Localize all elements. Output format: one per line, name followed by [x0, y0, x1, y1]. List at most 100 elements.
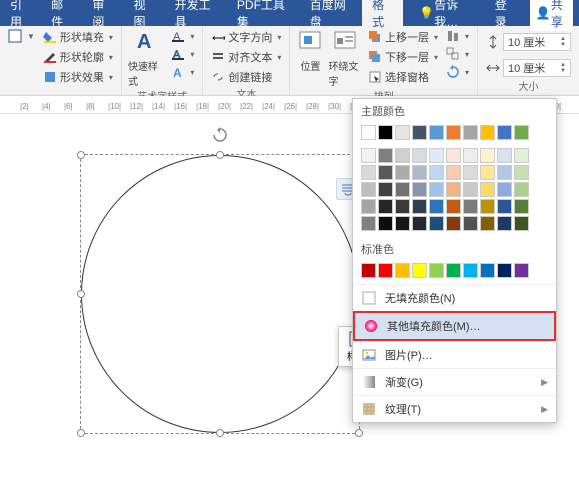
color-swatch[interactable] — [395, 182, 410, 197]
color-swatch[interactable] — [514, 182, 529, 197]
align-button[interactable]: ▾ — [444, 28, 471, 44]
shape-selection-box[interactable] — [80, 154, 360, 434]
color-swatch[interactable] — [395, 148, 410, 163]
color-swatch[interactable] — [463, 216, 478, 231]
bring-forward-button[interactable]: 上移一层▾ — [366, 28, 440, 46]
color-swatch[interactable] — [480, 148, 495, 163]
color-swatch[interactable] — [497, 216, 512, 231]
color-swatch[interactable] — [361, 165, 376, 180]
tab-references[interactable]: 引用 — [0, 0, 41, 26]
color-swatch[interactable] — [480, 199, 495, 214]
resize-handle-lc[interactable] — [77, 290, 85, 298]
color-swatch[interactable] — [378, 148, 393, 163]
circle-shape[interactable] — [81, 155, 359, 433]
more-fill-colors-item[interactable]: 其他填充颜色(M)… — [353, 311, 556, 341]
color-swatch[interactable] — [480, 165, 495, 180]
resize-handle-tl[interactable] — [77, 151, 85, 159]
resize-handle-br[interactable] — [355, 429, 363, 437]
gradient-fill-item[interactable]: 渐变(G) ▶ — [353, 368, 556, 395]
tab-pdf-tools[interactable]: PDF工具集 — [227, 0, 300, 26]
resize-handle-tc[interactable] — [216, 151, 224, 159]
color-swatch[interactable] — [429, 199, 444, 214]
spin-buttons[interactable]: ▲▼ — [560, 62, 566, 74]
tell-me-search[interactable]: 💡 告诉我… — [409, 0, 484, 26]
color-swatch[interactable] — [497, 263, 512, 278]
tab-mailings[interactable]: 邮件 — [41, 0, 82, 26]
color-swatch[interactable] — [480, 263, 495, 278]
color-swatch[interactable] — [395, 199, 410, 214]
color-swatch[interactable] — [378, 199, 393, 214]
color-swatch[interactable] — [446, 263, 461, 278]
color-swatch[interactable] — [429, 182, 444, 197]
color-swatch[interactable] — [412, 199, 427, 214]
color-swatch[interactable] — [463, 182, 478, 197]
color-swatch[interactable] — [514, 165, 529, 180]
resize-handle-bl[interactable] — [77, 429, 85, 437]
shape-style-preview[interactable]: ▼ — [6, 28, 37, 44]
color-swatch[interactable] — [412, 216, 427, 231]
color-swatch[interactable] — [463, 165, 478, 180]
text-fill-button[interactable]: A▾ — [169, 28, 196, 44]
rotate-handle[interactable] — [212, 127, 228, 148]
picture-fill-item[interactable]: 图片(P)… — [353, 341, 556, 368]
tab-developer[interactable]: 开发工具 — [165, 0, 227, 26]
color-swatch[interactable] — [412, 182, 427, 197]
color-swatch[interactable] — [463, 199, 478, 214]
color-swatch[interactable] — [412, 148, 427, 163]
selection-pane-button[interactable]: 选择窗格 — [366, 68, 440, 86]
color-swatch[interactable] — [412, 263, 427, 278]
color-swatch[interactable] — [463, 125, 478, 140]
color-swatch[interactable] — [395, 263, 410, 278]
shape-fill-button[interactable]: 形状填充 ▾ — [41, 28, 115, 46]
color-swatch[interactable] — [446, 148, 461, 163]
color-swatch[interactable] — [429, 165, 444, 180]
color-swatch[interactable] — [446, 199, 461, 214]
color-swatch[interactable] — [361, 199, 376, 214]
color-swatch[interactable] — [514, 216, 529, 231]
color-swatch[interactable] — [429, 263, 444, 278]
color-swatch[interactable] — [446, 125, 461, 140]
align-text-button[interactable]: 对齐文本▾ — [209, 48, 283, 66]
tab-format[interactable]: 格式 — [362, 0, 403, 26]
color-swatch[interactable] — [497, 165, 512, 180]
color-swatch[interactable] — [497, 125, 512, 140]
wrap-text-icon[interactable] — [331, 28, 359, 56]
color-swatch[interactable] — [497, 199, 512, 214]
color-swatch[interactable] — [446, 216, 461, 231]
tab-view[interactable]: 视图 — [123, 0, 164, 26]
color-swatch[interactable] — [395, 216, 410, 231]
shape-effects-button[interactable]: 形状效果 ▾ — [41, 68, 115, 86]
color-swatch[interactable] — [429, 125, 444, 140]
color-swatch[interactable] — [480, 182, 495, 197]
color-swatch[interactable] — [378, 182, 393, 197]
tab-review[interactable]: 审阅 — [82, 0, 123, 26]
color-swatch[interactable] — [497, 182, 512, 197]
width-input[interactable]: 10 厘米▲▼ — [503, 59, 571, 77]
color-swatch[interactable] — [395, 165, 410, 180]
texture-fill-item[interactable]: 纹理(T) ▶ — [353, 395, 556, 422]
shape-outline-button[interactable]: 形状轮廓 ▾ — [41, 48, 115, 66]
color-swatch[interactable] — [361, 148, 376, 163]
color-swatch[interactable] — [463, 263, 478, 278]
color-swatch[interactable] — [429, 216, 444, 231]
height-input[interactable]: 10 厘米▲▼ — [503, 33, 571, 51]
position-icon[interactable] — [296, 28, 324, 56]
color-swatch[interactable] — [514, 125, 529, 140]
color-swatch[interactable] — [446, 165, 461, 180]
color-swatch[interactable] — [497, 148, 512, 163]
color-swatch[interactable] — [378, 165, 393, 180]
color-swatch[interactable] — [446, 182, 461, 197]
color-swatch[interactable] — [378, 263, 393, 278]
color-swatch[interactable] — [514, 199, 529, 214]
create-link-button[interactable]: 创建链接 — [209, 68, 283, 86]
rotate-button[interactable]: ▾ — [444, 64, 471, 80]
color-swatch[interactable] — [514, 263, 529, 278]
color-swatch[interactable] — [378, 125, 393, 140]
color-swatch[interactable] — [463, 148, 478, 163]
text-direction-button[interactable]: ⟷A文字方向▾ — [209, 28, 283, 46]
color-swatch[interactable] — [480, 125, 495, 140]
tab-baidu-disk[interactable]: 百度网盘 — [300, 0, 362, 26]
color-swatch[interactable] — [412, 125, 427, 140]
color-swatch[interactable] — [361, 125, 376, 140]
color-swatch[interactable] — [514, 148, 529, 163]
